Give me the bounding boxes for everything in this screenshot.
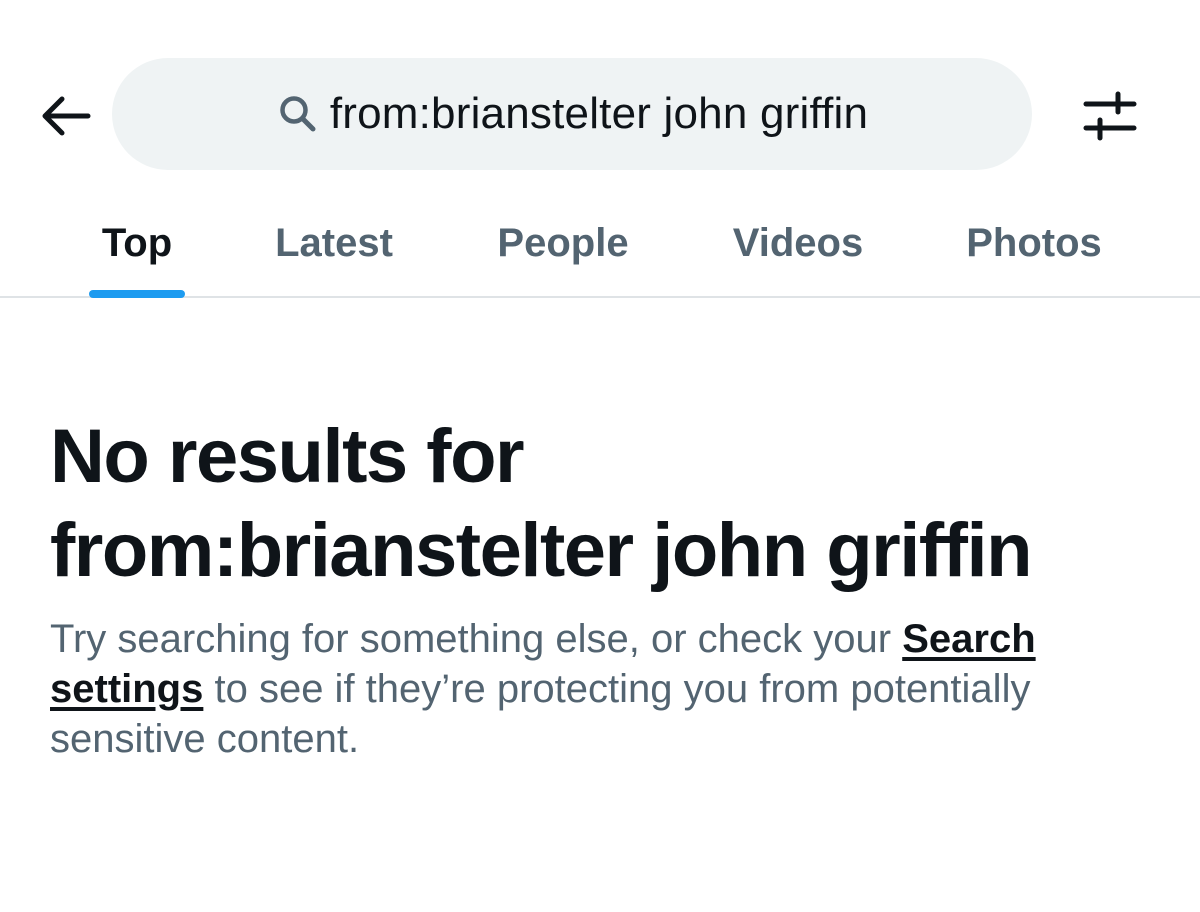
tab-videos[interactable]: Videos bbox=[710, 190, 886, 296]
search-tabs: Top Latest People Videos Photos bbox=[0, 190, 1200, 298]
tab-latest[interactable]: Latest bbox=[252, 190, 416, 296]
search-icon bbox=[276, 92, 320, 136]
search-filter-button[interactable] bbox=[1072, 80, 1148, 152]
empty-state-title-line1: No results for bbox=[50, 414, 525, 499]
search-query: from:brianstelter john griffin bbox=[329, 89, 869, 138]
tab-people[interactable]: People bbox=[478, 190, 648, 296]
empty-state-title-line2: from:brianstelter john griffin bbox=[50, 508, 1033, 593]
active-tab-indicator bbox=[89, 290, 185, 298]
back-button[interactable] bbox=[30, 80, 102, 152]
empty-state-title: No results for from:brianstelter john gr… bbox=[50, 410, 1160, 598]
tab-photos[interactable]: Photos bbox=[948, 190, 1120, 296]
sliders-icon bbox=[1083, 91, 1137, 141]
tab-top[interactable]: Top bbox=[62, 190, 212, 296]
top-bar: from:brianstelter john griffin bbox=[0, 0, 1200, 190]
empty-state: No results for from:brianstelter john gr… bbox=[50, 410, 1160, 764]
empty-state-description: Try searching for something else, or che… bbox=[50, 614, 1160, 764]
search-input[interactable]: from:brianstelter john griffin bbox=[112, 58, 1032, 170]
empty-state-desc-prefix: Try searching for something else, or che… bbox=[50, 617, 903, 661]
arrow-left-icon bbox=[42, 96, 91, 136]
